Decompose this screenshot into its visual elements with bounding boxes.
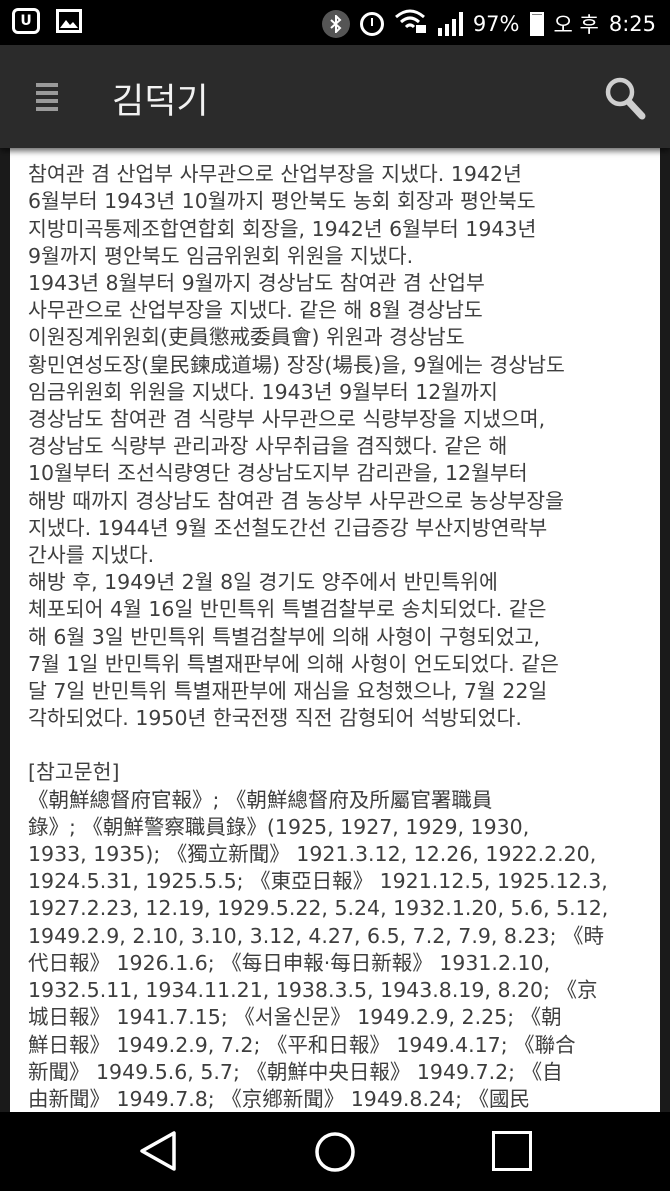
article-line: 참여관 겸 산업부 사무관으로 산업부장을 지냈다. 1942년 [28,162,522,187]
article-line: 이원징계위원회(吏員懲戒委員會) 위원과 경상남도 [28,325,465,350]
reference-line: 城日報》 1941.7.15; 《서울신문》 1949.2.9, 2.25; 《… [28,1005,562,1030]
article-line: 각하되었다. 1950년 한국전쟁 직전 감형되어 석방되었다. [28,706,522,731]
back-icon[interactable] [138,1130,180,1172]
paragraph-career-1942: 참여관 겸 산업부 사무관으로 산업부장을 지냈다. 1942년 6월부터 194… [28,161,653,270]
clock-time: 8:25 [608,11,656,36]
references-heading: [참고문헌] [28,760,120,785]
article-content[interactable]: . 참여관 겸 산업부 사무관으로 산업부장을 지냈다. 1942년6월부터 1… [10,148,660,1112]
article-line: 9월까지 평안북도 임금위원회 위원을 지냈다. [28,243,414,268]
battery-icon [529,11,544,36]
page-title: 김덕기 [112,82,209,122]
article-line: 10월부터 조선식량영단 경상남도지부 감리관을, 12월부터 [28,461,528,486]
reference-line: 1949.2.9, 2.10, 3.10, 3.12, 4.27, 6.5, 7… [28,923,605,948]
reference-line: 1927.2.23, 12.19, 1929.5.22, 5.24, 1932.… [28,896,609,921]
status-left-icons: U [12,8,82,34]
article-line: 해방 때까지 경상남도 참여관 겸 농상부 사무관으로 농상부장을 [28,488,564,513]
article-line: 경상남도 식량부 관리과장 사무취급을 겸직했다. 같은 해 [28,434,508,459]
reference-line: 1932.5.11, 1934.11.21, 1938.3.5, 1943.8.… [28,978,598,1003]
references-list: 《朝鮮總督府官報》; 《朝鮮總督府及所屬官署職員 錄》; 《朝鮮警察職員錄》(19… [28,787,653,1112]
reference-line: 1924.5.31, 1925.5.5; 《東亞日報》 1921.12.5, 1… [28,869,608,894]
article-line: 간사를 지냈다. [28,543,155,568]
clock-ampm: 오 후 [553,12,599,37]
status-bar: U 97% 오 후 8:25 [0,0,670,45]
reference-line: 代日報》 1926.1.6; 《每日申報·每日新報》 1931.2.10, [28,950,551,975]
article-line: 달 7일 반민특위 특별재판부에 재심을 요청했으나, 7월 22일 [28,679,548,704]
article-line: 1943년 8월부터 9월까지 경상남도 참여관 겸 산업부 [28,271,485,296]
search-icon[interactable] [604,76,646,120]
home-icon[interactable] [314,1131,356,1173]
article-line: 7월 1일 반민특위 특별재판부에 의해 사형이 언도되었다. 같은 [28,651,559,676]
reference-line: 鮮日報》 1949.2.9, 7.2; 《平和日報》 1949.4.17; 《聯… [28,1032,576,1057]
reference-line: 《朝鮮總督府官報》; 《朝鮮總督府及所屬官署職員 [28,787,493,812]
article-line: 경상남도 참여관 겸 식량부 사무관으로 식량부장을 지냈으며, [28,407,546,432]
battery-percent: 97% [472,11,520,36]
article-line: 사무관으로 산업부장을 지냈다. 같은 해 8월 경상남도 [28,298,483,323]
paragraph-career-1943: 1943년 8월부터 9월까지 경상남도 참여관 겸 산업부 사무관으로 산업부장… [28,270,653,569]
article-line: 체포되어 4월 16일 반민특위 특별검찰부로 송치되었다. 같은 [28,597,547,622]
navigation-bar [0,1112,670,1191]
article-line: 임금위원회 위원을 지냈다. 1943년 9월부터 12월까지 [28,379,498,404]
bluetooth-icon [321,9,350,38]
signal-icon [437,11,463,36]
article-line: 지방미곡통제조합연합회 회장을, 1942년 6월부터 1943년 [28,216,537,241]
article-line: 황민연성도장(皇民鍊成道場) 장장(場長)을, 9월에는 경상남도 [28,352,565,377]
alarm-icon [359,11,384,36]
reference-line: 由新聞》 1949.7.8; 《京鄕新聞》 1949.8.24; 《國民 [28,1086,530,1111]
hamburger-menu-icon[interactable] [36,83,58,111]
reference-line: 1933, 1935); 《獨立新聞》 1921.3.12, 12.26, 19… [28,842,597,867]
gallery-icon [56,9,82,33]
paragraph-post-liberation: 해방 후, 1949년 2월 8일 경기도 양주에서 반민특위에 체포되어 4월 … [28,569,653,732]
article-line: 지냈다. 1944년 9월 조선철도간선 긴급증강 부산지방연락부 [28,515,548,540]
recent-apps-icon[interactable] [492,1131,532,1171]
article-body: . 참여관 겸 산업부 사무관으로 산업부장을 지냈다. 1942년6월부터 1… [28,148,653,1112]
article-line: 해방 후, 1949년 2월 8일 경기도 양주에서 반민특위에 [28,570,498,595]
status-right-icons: 97% 오 후 8:25 [321,8,656,39]
app-bar: 김덕기 [0,45,670,148]
article-line: 6월부터 1943년 10월까지 평안북도 농회 회장과 평안북도 [28,189,536,214]
article-line: 해 6월 3일 반민특위 특별검찰부에 의해 사형이 구형되었고, [28,624,540,649]
u-plus-icon: U [12,8,40,34]
reference-line: 新聞》 1949.5.6, 5.7; 《朝鮮中央日報》 1949.7.2; 《自 [28,1059,563,1084]
wifi-lock-icon [394,8,428,39]
reference-line: 錄》; 《朝鮮警察職員錄》(1925, 1927, 1929, 1930, [28,814,530,839]
